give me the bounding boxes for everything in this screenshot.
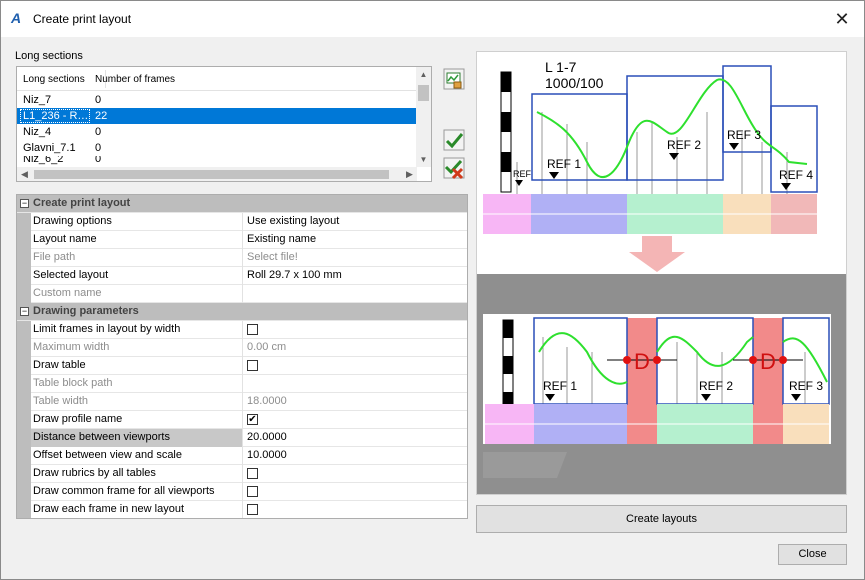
preview-ref3: REF 3: [789, 379, 823, 393]
draw-common-frame-checkbox[interactable]: [247, 486, 258, 497]
preview-ref2: REF 2: [667, 138, 701, 152]
property-draw-rubrics[interactable]: Draw rubrics by all tables: [17, 465, 467, 483]
property-selected-layout[interactable]: Selected layout Roll 29.7 x 100 mm: [17, 267, 467, 285]
preview-ref1: REF 1: [543, 379, 577, 393]
property-grid: − Create print layout Drawing options Us…: [16, 194, 468, 519]
preview-ref-small: REF: [513, 169, 532, 179]
preview-title-line1: L 1-7: [545, 59, 577, 75]
close-icon[interactable]: ✕: [830, 7, 854, 31]
draw-table-checkbox[interactable]: [247, 360, 258, 371]
column-header-number-of-frames[interactable]: Number of frames: [95, 74, 175, 85]
property-maximum-width[interactable]: Maximum width 0.00 cm: [17, 339, 467, 357]
collapse-icon[interactable]: −: [20, 199, 29, 208]
scroll-right-icon[interactable]: ▶: [402, 167, 417, 181]
collapse-icon[interactable]: −: [20, 307, 29, 316]
draw-rubrics-checkbox[interactable]: [247, 468, 258, 479]
check-all-button[interactable]: [442, 128, 466, 152]
property-custom-name[interactable]: Custom name: [17, 285, 467, 303]
check-all-icon: [443, 129, 465, 151]
scroll-up-icon[interactable]: ▲: [416, 67, 431, 82]
list-item[interactable]: Glavni_7.1 0: [17, 140, 417, 156]
preview-d-mark: D: [634, 349, 650, 374]
draw-profile-name-checkbox[interactable]: ✔: [247, 414, 258, 425]
property-offset-between-view[interactable]: Offset between view and scale 10.0000: [17, 447, 467, 465]
property-draw-profile-name[interactable]: Draw profile name ✔: [17, 411, 467, 429]
scroll-thumb[interactable]: [34, 170, 389, 179]
list-item[interactable]: Niz_7 0: [17, 92, 417, 108]
preview-ref1: REF 1: [547, 157, 581, 171]
scroll-thumb[interactable]: [418, 85, 429, 101]
pick-icon: [443, 68, 465, 90]
long-sections-list[interactable]: Long sections Number of frames Niz_7 0 L…: [16, 66, 432, 182]
property-table-width[interactable]: Table width 18.0000: [17, 393, 467, 411]
property-table-block-path[interactable]: Table block path: [17, 375, 467, 393]
create-layouts-button[interactable]: Create layouts: [476, 505, 847, 533]
preview-ref3: REF 3: [727, 128, 761, 142]
list-item[interactable]: Niz_4 0: [17, 124, 417, 140]
long-sections-label: Long sections: [15, 50, 83, 62]
window-title: Create print layout: [33, 12, 132, 26]
property-layout-name[interactable]: Layout name Existing name: [17, 231, 467, 249]
close-button[interactable]: Close: [778, 544, 847, 565]
property-draw-common-frame[interactable]: Draw common frame for all viewports: [17, 483, 467, 501]
property-draw-table[interactable]: Draw table: [17, 357, 467, 375]
scroll-left-icon[interactable]: ◀: [17, 167, 32, 181]
uncheck-all-button[interactable]: [442, 156, 466, 180]
preview-ref4: REF 4: [779, 168, 813, 182]
list-item[interactable]: Niz_6_2 0: [17, 156, 417, 167]
layout-preview: L 1-7 1000/100 REF REF 1 REF 2 REF 3 REF…: [476, 51, 847, 495]
category-drawing-parameters[interactable]: − Drawing parameters: [17, 303, 467, 321]
property-limit-frames[interactable]: Limit frames in layout by width: [17, 321, 467, 339]
pick-long-section-button[interactable]: [442, 67, 466, 91]
create-print-layout-dialog: A Create print layout ✕ Long sections Lo…: [0, 0, 865, 580]
preview-ref2: REF 2: [699, 379, 733, 393]
property-distance-between-viewports[interactable]: Distance between viewports 20.0000: [17, 429, 467, 447]
draw-each-frame-checkbox[interactable]: [247, 504, 258, 515]
list-vertical-scrollbar[interactable]: ▲ ▼: [416, 67, 431, 167]
list-horizontal-scrollbar[interactable]: ◀ ▶: [17, 167, 417, 181]
property-drawing-options[interactable]: Drawing options Use existing layout: [17, 213, 467, 231]
uncheck-all-icon: [443, 157, 465, 180]
list-header: Long sections Number of frames: [17, 67, 417, 91]
title-bar: A Create print layout ✕: [1, 1, 864, 37]
app-logo-icon: A: [11, 10, 22, 26]
category-create-print-layout[interactable]: − Create print layout: [17, 195, 467, 213]
scroll-down-icon[interactable]: ▼: [416, 152, 431, 167]
preview-title-line2: 1000/100: [545, 75, 604, 91]
preview-illustration: L 1-7 1000/100 REF REF 1 REF 2 REF 3 REF…: [477, 52, 846, 494]
preview-d-mark: D: [760, 349, 776, 374]
column-header-long-sections[interactable]: Long sections: [23, 74, 85, 85]
list-item-selected[interactable]: L1_236 - R… 22: [17, 108, 417, 124]
property-draw-each-frame[interactable]: Draw each frame in new layout: [17, 501, 467, 518]
property-file-path[interactable]: File path Select file!: [17, 249, 467, 267]
limit-frames-checkbox[interactable]: [247, 324, 258, 335]
